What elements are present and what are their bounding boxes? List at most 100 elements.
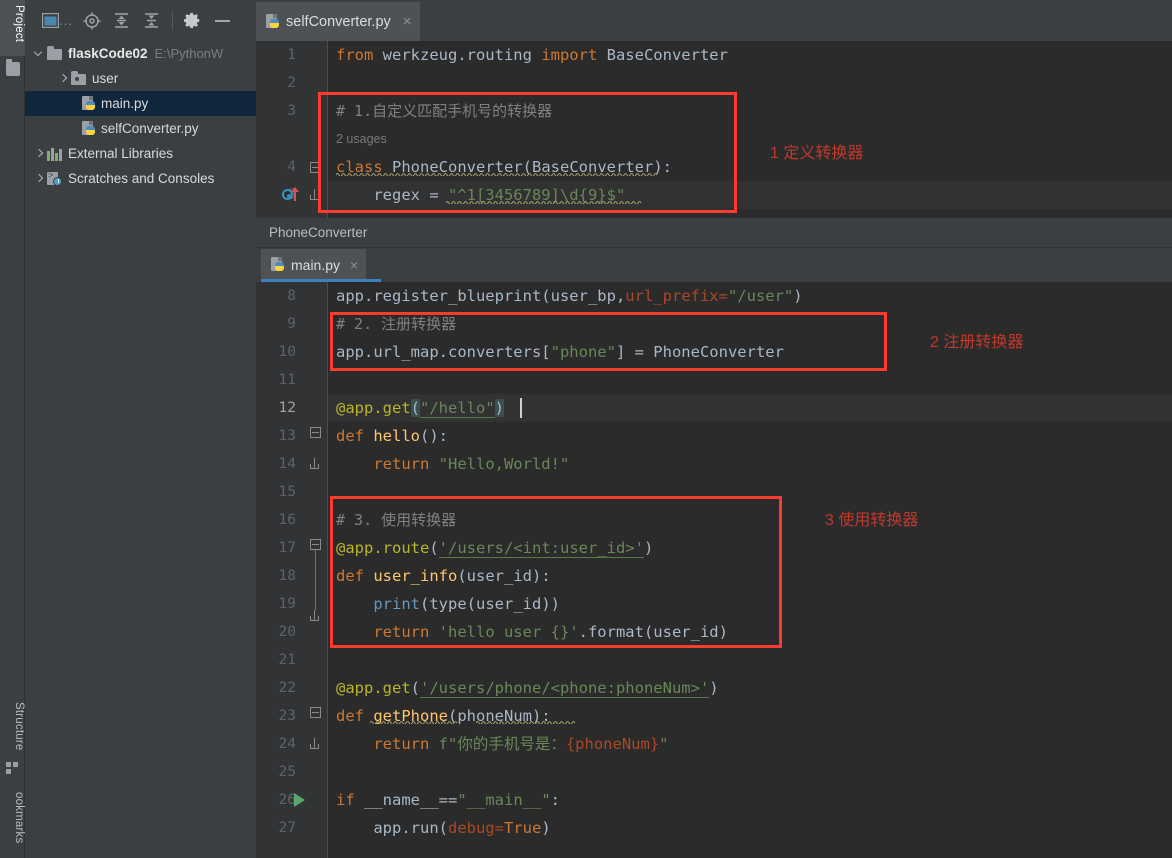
chevron-right-icon[interactable] [57, 72, 71, 86]
tree-node-external-libraries[interactable]: External Libraries [25, 141, 256, 166]
tree-node-label: selfConverter.py [101, 121, 199, 136]
close-icon[interactable]: × [350, 257, 358, 273]
code-line-5: regex = "^1[3456789]\d{9}$" [336, 181, 625, 209]
collapse-all-button[interactable] [137, 7, 167, 35]
fold-collapse-icon[interactable] [310, 539, 321, 550]
breadcrumb[interactable]: PhoneConverter [256, 218, 1172, 248]
token-keyword-if: if [336, 791, 355, 809]
token-string: "__main__" [457, 791, 551, 809]
project-selector-ellipsis: ... [59, 13, 73, 28]
line-number: 22 [278, 680, 296, 696]
token-boolean-true: True [503, 819, 542, 837]
line-number: 17 [278, 540, 296, 556]
code-line-10: app.url_map.converters["phone"] = PhoneC… [336, 338, 784, 366]
line-number: 20 [278, 624, 296, 640]
chevron-right-icon[interactable] [33, 172, 47, 186]
token-paren-open: ( [410, 679, 420, 697]
annotation-label-2: 2 注册转换器 [930, 334, 1024, 351]
tree-node-label: user [92, 71, 119, 86]
line-number: 2 [287, 75, 296, 91]
python-file-icon [82, 95, 96, 112]
chevron-down-icon[interactable] [33, 47, 47, 61]
line-number: 9 [287, 316, 296, 332]
token-call: app.register_blueprint(user_bp, [336, 287, 626, 305]
run-main-icon[interactable] [294, 793, 305, 807]
tree-node-scratches-and-consoles[interactable]: Scratches and Consoles [25, 166, 256, 191]
top-editor[interactable]: 1 2 3 4 5 from werkzeug.routing import B… [256, 41, 1172, 218]
structure-icon [6, 762, 20, 776]
select-opened-file-button[interactable] [77, 7, 107, 35]
tree-node-selfconverter-py[interactable]: selfConverter.py [25, 116, 256, 141]
breadcrumb-label: PhoneConverter [269, 225, 368, 240]
token-decorator: @app.get [336, 679, 411, 697]
token-method-call: .format(user_id) [578, 623, 728, 641]
hide-panel-button[interactable] [208, 7, 238, 35]
python-file-icon [82, 120, 96, 137]
token-keyword-from: from [336, 46, 374, 64]
bottom-editor-code[interactable]: app.register_blueprint(user_bp,url_prefi… [328, 282, 1172, 858]
code-line-3-comment: # 1.自定义匹配手机号的转换器 [336, 102, 553, 120]
bottom-editor-group: PhoneConverter main.py × 8 9 10 11 12 13… [256, 218, 1172, 858]
token-function-name: hello [364, 427, 420, 445]
code-line-17: @app.route('/users/<int:user_id>') [336, 534, 653, 562]
implemented-member-icon[interactable] [282, 187, 302, 203]
chevron-right-icon[interactable] [33, 147, 47, 161]
fold-collapse-icon[interactable] [310, 162, 321, 173]
token-paren-close: ) [643, 539, 654, 557]
bottom-editor-gutter[interactable]: 8 9 10 11 12 13 14 15 16 17 18 19 20 21 … [256, 282, 328, 858]
token-signature: (): [420, 427, 448, 445]
token-keyword-return: return [336, 735, 439, 753]
top-editor-code[interactable]: from werkzeug.routing import BaseConvert… [328, 41, 1172, 218]
tool-window-tab-bookmarks-label: ookmarks [13, 792, 25, 844]
token-keyword-return: return [336, 455, 439, 473]
tree-node-flaskcode02[interactable]: flaskCode02 E:\PythonW [25, 41, 256, 66]
fold-collapse-icon[interactable] [310, 427, 321, 438]
token-colon: : [550, 791, 560, 809]
token-fstring-placeholder: {phoneNum} [565, 735, 660, 753]
tool-window-tab-project[interactable]: Project [0, 0, 25, 56]
expand-all-button[interactable] [107, 7, 137, 35]
token-keyword-argument: url_prefix= [625, 287, 728, 305]
line-number: 1 [287, 47, 296, 63]
line-number: 10 [278, 344, 296, 360]
fold-region-end-icon[interactable] [310, 610, 319, 621]
top-editor-gutter[interactable]: 1 2 3 4 5 [256, 41, 328, 218]
token-call-args: (type(user_id)) [420, 595, 560, 613]
line-number: 18 [278, 568, 296, 584]
tree-node-user[interactable]: user [25, 66, 256, 91]
inlay-hint-usages[interactable]: 2 usages [336, 125, 387, 153]
token-fstring-end: " [659, 735, 669, 753]
fold-collapse-icon[interactable] [310, 707, 321, 718]
tool-window-tab-bookmarks[interactable]: ookmarks [0, 790, 25, 858]
tree-node-path: E:\PythonW [154, 46, 224, 61]
token-string: 'hello user {}' [438, 623, 579, 641]
code-line-19: print(type(user_id)) [336, 590, 560, 618]
settings-button[interactable] [178, 7, 208, 35]
bottom-editor[interactable]: 8 9 10 11 12 13 14 15 16 17 18 19 20 21 … [256, 282, 1172, 858]
token-decorator: @app.get [336, 399, 411, 417]
line-number: 27 [278, 820, 296, 836]
fold-region-end-icon[interactable] [310, 189, 319, 200]
token-builtin-print: print [336, 595, 420, 613]
project-tool-window: ... flaskCode02 E:\PythonW user main.py … [25, 0, 256, 858]
code-line-14: return "Hello,World!" [336, 450, 569, 478]
editor-tab-main-py[interactable]: main.py × [261, 249, 367, 281]
scratches-icon [47, 171, 63, 186]
line-number: 11 [278, 372, 296, 388]
tool-window-tab-structure[interactable]: Structure [0, 700, 25, 760]
tree-node-main-py[interactable]: main.py [25, 91, 256, 116]
token-paren-close: ) [793, 287, 803, 305]
editor-tab-selfconverter-py[interactable]: selfConverter.py × [256, 2, 420, 41]
line-number: 25 [278, 764, 296, 780]
code-line-18: def user_info(user_id): [336, 562, 551, 590]
tree-node-label: flaskCode02 [68, 46, 148, 61]
crosshair-target-icon [83, 12, 101, 29]
token-keyword-def: def [336, 567, 364, 585]
fold-region-end-icon[interactable] [310, 458, 319, 469]
line-number: 3 [287, 103, 296, 119]
fold-region-end-icon[interactable] [310, 738, 319, 749]
close-icon[interactable]: × [403, 13, 412, 30]
line-number-current: 12 [278, 400, 296, 416]
token-keyword-argument: debug= [447, 819, 504, 837]
code-line-26: if __name__=="__main__": [336, 786, 560, 814]
